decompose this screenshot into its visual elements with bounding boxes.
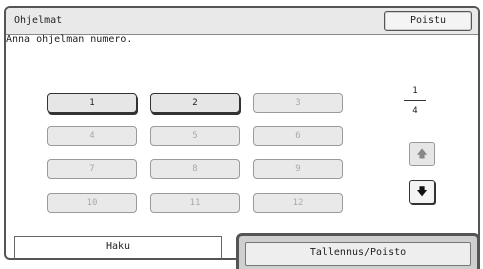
program-key-10: 10 bbox=[47, 193, 137, 213]
program-key-12: 12 bbox=[253, 193, 343, 213]
exit-button[interactable]: Poistu bbox=[384, 11, 472, 31]
page-total: 4 bbox=[412, 106, 418, 116]
page-down-button[interactable]: 🡇 bbox=[409, 180, 435, 204]
program-key-4: 4 bbox=[47, 126, 137, 146]
page-current: 1 bbox=[412, 86, 418, 96]
program-key-3: 3 bbox=[253, 93, 343, 113]
program-key-11: 11 bbox=[150, 193, 240, 213]
tab-tallennus-poisto-label: Tallennus/Poisto bbox=[245, 242, 471, 266]
arrow-up-icon: 🡅 bbox=[416, 147, 428, 160]
page-indicator: 1 4 bbox=[402, 86, 428, 116]
arrow-down-icon: 🡇 bbox=[416, 185, 428, 198]
program-key-2[interactable]: 2 bbox=[150, 93, 240, 113]
program-key-6: 6 bbox=[253, 126, 343, 146]
tab-haku[interactable]: Haku bbox=[14, 236, 222, 259]
program-key-9: 9 bbox=[253, 159, 343, 179]
program-key-8: 8 bbox=[150, 159, 240, 179]
program-key-7: 7 bbox=[47, 159, 137, 179]
tab-haku-label: Haku bbox=[105, 241, 131, 252]
instruction-text: Anna ohjelman numero. bbox=[6, 34, 133, 45]
program-key-5: 5 bbox=[150, 126, 240, 146]
program-key-1[interactable]: 1 bbox=[47, 93, 137, 113]
page-divider bbox=[404, 100, 426, 101]
title-bar: Ohjelmat Poistu bbox=[6, 8, 478, 35]
tab-tallennus-poisto[interactable]: Tallennus/Poisto bbox=[236, 233, 480, 269]
window-title: Ohjelmat bbox=[14, 15, 63, 26]
page-up-button[interactable]: 🡅 bbox=[409, 142, 435, 166]
